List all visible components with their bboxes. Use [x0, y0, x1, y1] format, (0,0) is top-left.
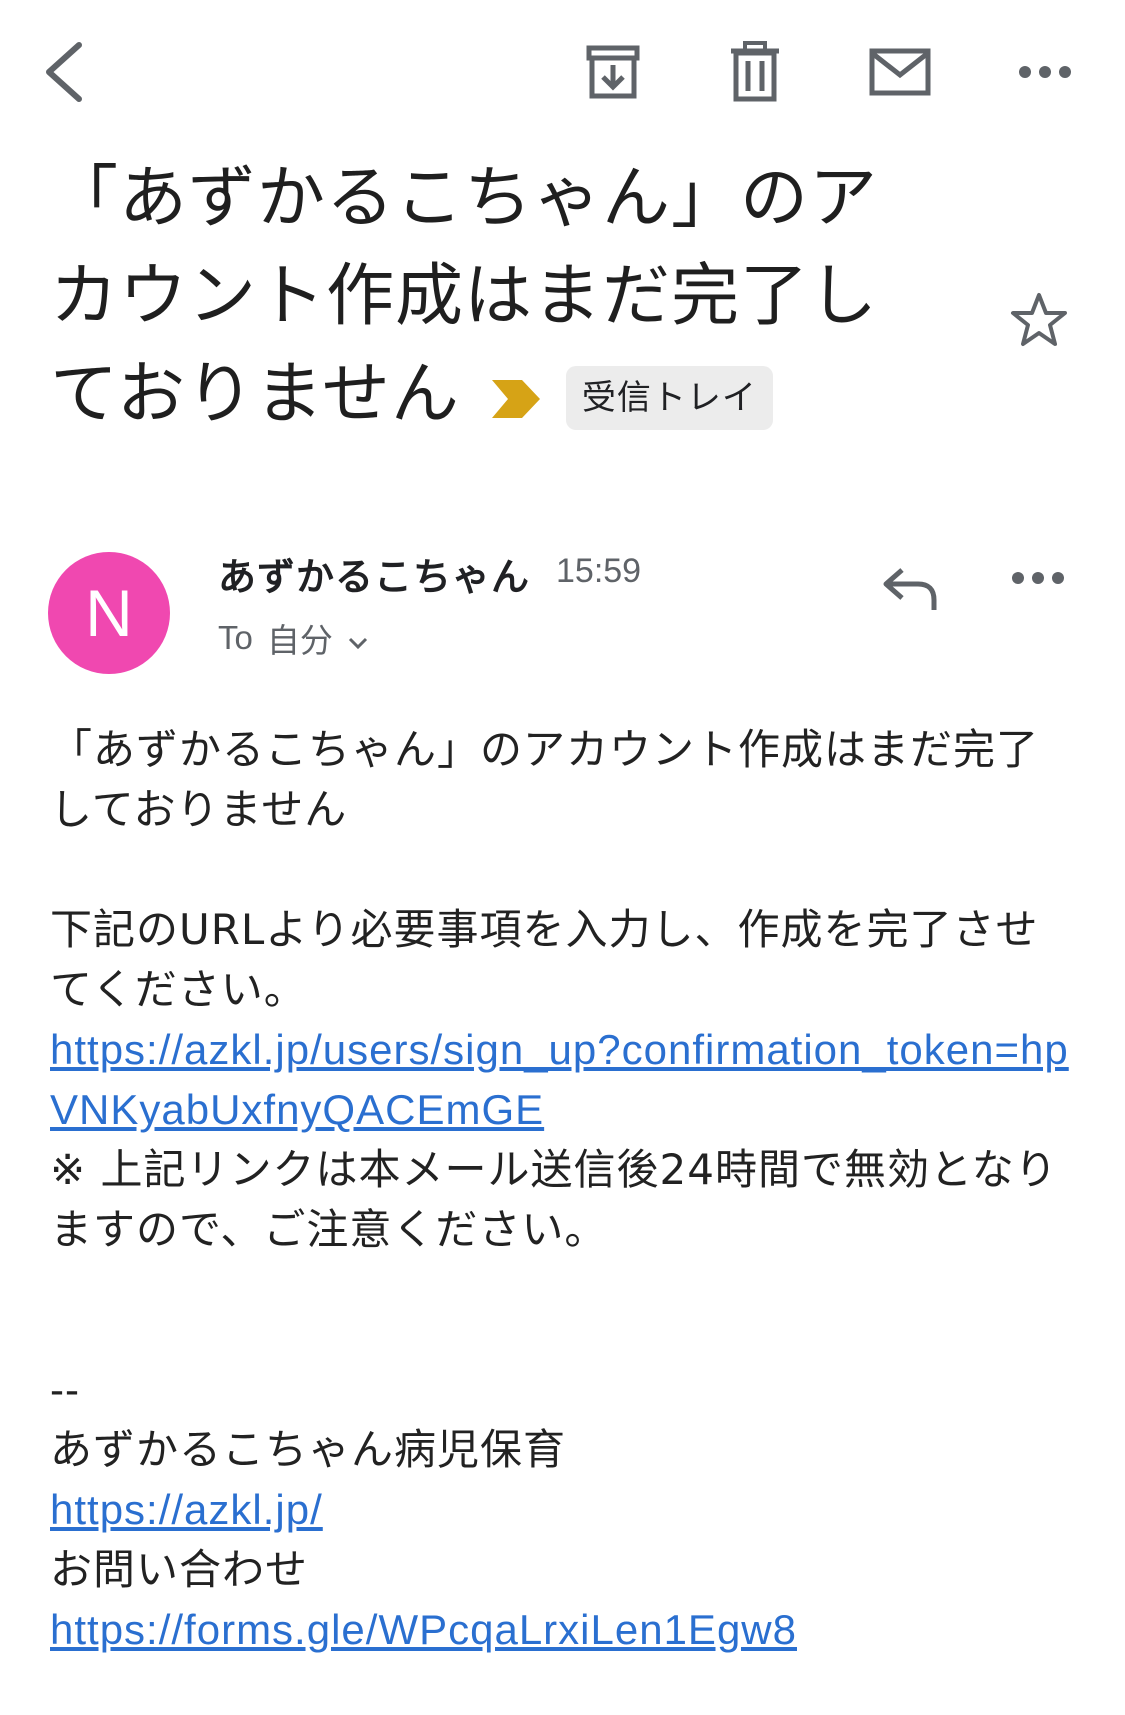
signature-separator: --	[50, 1366, 80, 1413]
message-more-button[interactable]	[1010, 570, 1066, 590]
contact-label: お問い合わせ	[50, 1545, 309, 1594]
back-button[interactable]	[24, 32, 104, 112]
contact-form-link[interactable]: https://forms.gle/WPcqaLrxiLen1Egw8	[50, 1606, 797, 1653]
archive-icon	[586, 45, 640, 99]
recipient-name: 自分	[266, 621, 333, 660]
trash-icon	[731, 41, 779, 102]
recipient-details[interactable]: To 自分	[218, 614, 369, 662]
email-body: 「あずかるこちゃん」のアカウント作成はまだ完了しておりません 下記のURLより必…	[50, 720, 1070, 1660]
body-instruction-text: 下記のURLより必要事項を入力し、作成を完了させてください。	[50, 905, 1039, 1014]
top-toolbar	[0, 0, 1125, 150]
signup-link[interactable]: https://azkl.jp/users/sign_up?confirmati…	[50, 1026, 1069, 1133]
sender-row: N あずかるこちゃん 15:59 To 自分	[0, 540, 1125, 680]
sent-time: 15:59	[556, 552, 642, 590]
chevron-down-icon	[347, 619, 369, 658]
email-subject: 「あずかるこちゃん」のアカウント作成はまだ完了しておりません 受信トレイ	[50, 150, 930, 447]
expiry-note: ※ 上記リンクは本メール送信後24時間で無効となりますので、ご注意ください。	[50, 1145, 1058, 1254]
label-chip-inbox[interactable]: 受信トレイ	[565, 366, 773, 431]
chevron-left-icon	[46, 42, 82, 102]
reply-button[interactable]	[880, 564, 940, 618]
body-heading-text: 「あずかるこちゃん」のアカウント作成はまだ完了しておりません	[50, 725, 1040, 834]
to-label: To	[218, 619, 253, 656]
reply-icon	[883, 568, 937, 610]
star-button[interactable]	[1010, 292, 1068, 352]
mark-unread-button[interactable]	[860, 32, 940, 112]
subject-markers: 受信トレイ	[490, 349, 773, 447]
star-icon	[1011, 293, 1067, 346]
signature-org-name: あずかるこちゃん病児保育	[50, 1425, 567, 1474]
important-marker-icon[interactable]	[490, 349, 542, 447]
sender-name[interactable]: あずかるこちゃん	[218, 546, 530, 601]
site-link[interactable]: https://azkl.jp/	[50, 1486, 323, 1533]
delete-button[interactable]	[715, 32, 795, 112]
more-button[interactable]	[1005, 32, 1085, 112]
more-horizontal-icon	[1012, 572, 1064, 584]
mail-icon	[869, 48, 931, 96]
avatar[interactable]: N	[48, 552, 170, 674]
more-horizontal-icon	[1019, 66, 1071, 78]
archive-button[interactable]	[573, 32, 653, 112]
